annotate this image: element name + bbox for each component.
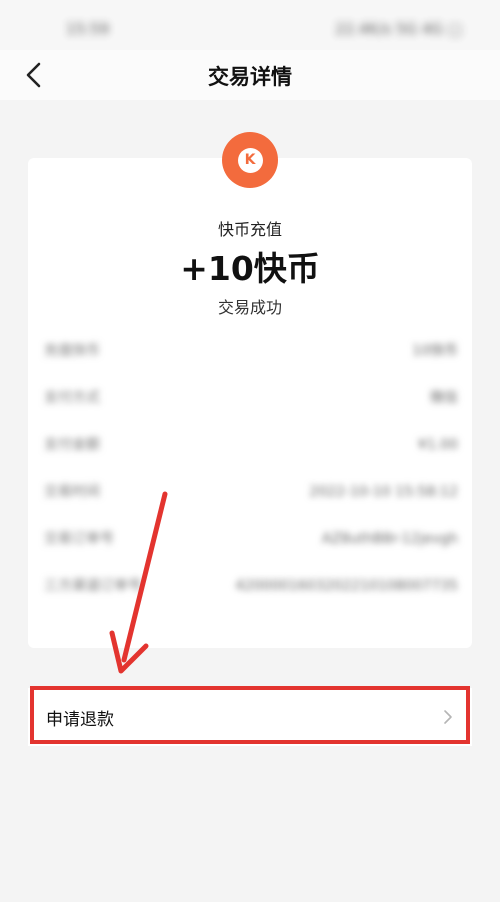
transaction-amount: +10快币 [180, 249, 320, 288]
detail-label: 交易时间 [44, 484, 100, 500]
transaction-item-name: 快币充值 [217, 220, 282, 239]
detail-label: 支付方式 [44, 390, 100, 406]
detail-row-payment-method: 支付方式 微信 [44, 387, 458, 434]
kuaibi-coin-icon: K [222, 132, 278, 188]
status-indicators: 22.4K/s 5G 4G ▢ [335, 20, 462, 38]
refund-label: 申请退款 [46, 709, 114, 730]
detail-row-payment-amount: 支付金额 ¥1.00 [44, 434, 458, 481]
detail-row-order-number: 交易订单号 AZ8uthB8r-12jevgh [44, 528, 458, 575]
detail-label: 三方渠道订单号 [44, 578, 142, 594]
transaction-details-list: 充值快币 10快币 支付方式 微信 支付金额 ¥1.00 交易时间 2022-1… [44, 340, 458, 645]
detail-label: 充值快币 [44, 343, 100, 359]
detail-label: 交易订单号 [44, 531, 114, 547]
detail-value: AZ8uthB8r-12jevgh [321, 531, 458, 547]
transaction-status: 交易成功 [217, 298, 282, 317]
status-time: 15:59 [66, 20, 110, 38]
coin-letter: K [237, 147, 263, 173]
detail-row-third-party-order: 三方渠道订单号 4200001603202210108007735 [44, 575, 458, 645]
detail-value: 4200001603202210108007735 [235, 578, 458, 594]
chevron-right-icon [444, 710, 452, 724]
navigation-bar: 交易详情 [0, 50, 500, 100]
page-title: 交易详情 [208, 65, 292, 89]
detail-value: 10快币 [412, 343, 458, 359]
request-refund-button[interactable]: 申请退款 [28, 688, 472, 746]
detail-value: ¥1.00 [417, 437, 458, 453]
detail-value: 2022-10-10 15:58:12 [309, 484, 458, 500]
detail-value: 微信 [430, 390, 458, 406]
detail-label: 支付金额 [44, 437, 100, 453]
detail-row-transaction-time: 交易时间 2022-10-10 15:58:12 [44, 481, 458, 528]
detail-row-recharge-coins: 充值快币 10快币 [44, 340, 458, 387]
